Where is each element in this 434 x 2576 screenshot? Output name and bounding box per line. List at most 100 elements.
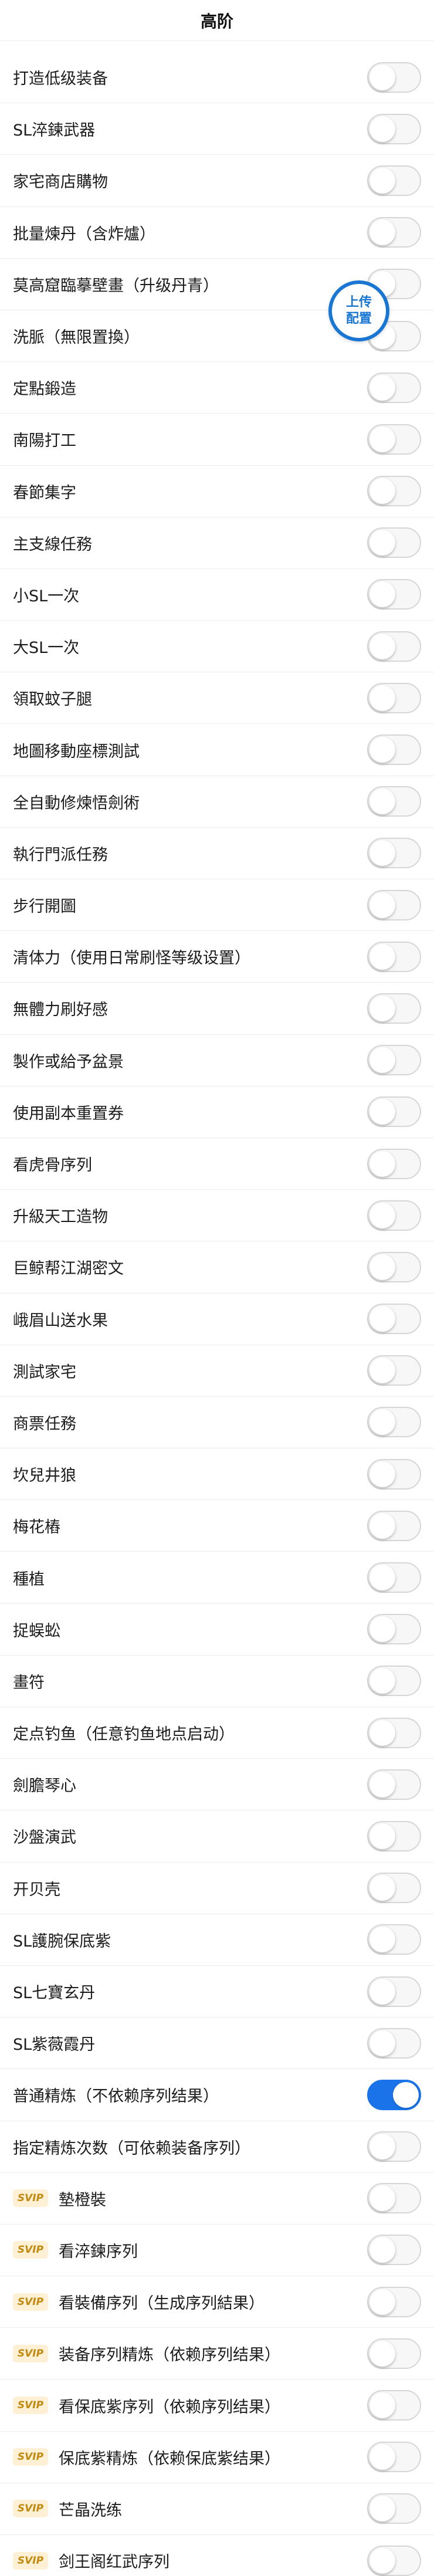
toggle-switch[interactable] (367, 372, 421, 403)
list-item[interactable]: 家宅商店購物 (0, 155, 434, 207)
list-item[interactable]: 測試家宅 (0, 1345, 434, 1397)
toggle-switch[interactable] (367, 527, 421, 558)
list-item[interactable]: 梅花樁 (0, 1500, 434, 1552)
list-item[interactable]: 步行開圖 (0, 879, 434, 932)
list-item[interactable]: 巨鲸帮江湖密文 (0, 1241, 434, 1294)
list-item[interactable]: 製作或給予盆景 (0, 1035, 434, 1086)
list-item[interactable]: 春節集字 (0, 466, 434, 517)
list-item[interactable]: SL淬鍊武器 (0, 103, 434, 155)
toggle-switch[interactable] (367, 2131, 421, 2162)
toggle-switch[interactable] (367, 2493, 421, 2524)
list-item[interactable]: 劍膽琴心 (0, 1759, 434, 1811)
list-item[interactable]: 種植 (0, 1552, 434, 1604)
toggle-knob (369, 2134, 395, 2160)
list-item[interactable]: 开贝壳 (0, 1863, 434, 1914)
toggle-switch[interactable] (367, 1200, 421, 1231)
toggle-switch[interactable] (367, 1924, 421, 1955)
list-item[interactable]: SVIP 剑王阁红武序列 (0, 2535, 434, 2576)
toggle-switch[interactable] (367, 2027, 421, 2059)
toggle-switch[interactable] (367, 476, 421, 507)
list-item[interactable]: 領取蚊子腿 (0, 672, 434, 725)
toggle-switch[interactable] (367, 1976, 421, 2007)
list-item[interactable]: SL七寶玄丹 (0, 1966, 434, 2018)
list-item[interactable]: SL紫薇霞丹 (0, 2018, 434, 2070)
list-item[interactable]: 坎兒井狼 (0, 1448, 434, 1501)
upload-config-button[interactable]: 上传 配置 (328, 280, 389, 341)
toggle-switch[interactable] (367, 889, 421, 920)
toggle-switch[interactable] (367, 1251, 421, 1282)
list-item[interactable]: SVIP 保底紫精炼（依赖保底紫结果） (0, 2432, 434, 2483)
toggle-switch[interactable] (367, 2390, 421, 2421)
toggle-switch[interactable] (367, 838, 421, 869)
toggle-switch[interactable] (367, 579, 421, 610)
toggle-switch[interactable] (367, 1096, 421, 1128)
toggle-switch[interactable] (367, 1666, 421, 1697)
toggle-switch[interactable] (367, 217, 421, 248)
list-item[interactable]: SVIP 看淬鍊序列 (0, 2225, 434, 2277)
list-item[interactable]: 普通精炼（不依赖序列结果） (0, 2069, 434, 2121)
toggle-switch[interactable] (367, 424, 421, 455)
list-item[interactable]: 指定精炼次数（可依赖装备序列） (0, 2121, 434, 2173)
toggle-knob (369, 2496, 395, 2522)
list-item[interactable]: 畫符 (0, 1656, 434, 1707)
toggle-switch[interactable] (367, 165, 421, 196)
toggle-switch[interactable] (367, 2235, 421, 2266)
toggle-switch[interactable] (367, 1820, 421, 1851)
toggle-switch[interactable] (367, 1458, 421, 1490)
list-item[interactable]: 升級天工造物 (0, 1190, 434, 1242)
toggle-switch[interactable] (367, 1148, 421, 1179)
list-item[interactable]: SVIP 装备序列精炼（依赖序列结果） (0, 2328, 434, 2380)
list-item[interactable]: SVIP 看裝備序列（生成序列結果） (0, 2276, 434, 2328)
toggle-switch[interactable] (367, 1769, 421, 1800)
list-item[interactable]: 使用副本重置券 (0, 1086, 434, 1138)
list-item[interactable]: SL護腕保底紫 (0, 1914, 434, 1966)
toggle-switch[interactable] (367, 2079, 421, 2110)
toggle-switch[interactable] (367, 1562, 421, 1593)
list-item[interactable]: SVIP 芒晶洗练 (0, 2483, 434, 2535)
list-item[interactable]: 峨眉山送水果 (0, 1294, 434, 1345)
toggle-knob (369, 2030, 395, 2056)
toggle-switch[interactable] (367, 1355, 421, 1386)
toggle-knob (369, 1099, 395, 1125)
toggle-switch[interactable] (367, 62, 421, 93)
list-item[interactable]: 打造低级装备 (0, 52, 434, 104)
toggle-switch[interactable] (367, 1304, 421, 1335)
list-item[interactable]: 沙盤演武 (0, 1810, 434, 1863)
toggle-switch[interactable] (367, 2545, 421, 2576)
list-item[interactable]: 捉蜈蚣 (0, 1604, 434, 1656)
toggle-switch[interactable] (367, 2338, 421, 2369)
list-item[interactable]: 小SL一次 (0, 569, 434, 621)
toggle-switch[interactable] (367, 631, 421, 662)
list-item[interactable]: SVIP 看保底紫序列（依赖序列结果） (0, 2379, 434, 2432)
list-item[interactable]: 定點鍛造 (0, 362, 434, 414)
toggle-switch[interactable] (367, 113, 421, 144)
list-item[interactable]: 大SL一次 (0, 621, 434, 673)
list-item[interactable]: 南陽打工 (0, 414, 434, 466)
toggle-switch[interactable] (367, 2286, 421, 2317)
list-item[interactable]: 定点钓鱼（任意钓鱼地点启动） (0, 1707, 434, 1759)
toggle-switch[interactable] (367, 2442, 421, 2473)
list-item[interactable]: 主支線任務 (0, 517, 434, 569)
toggle-switch[interactable] (367, 1510, 421, 1541)
toggle-switch[interactable] (367, 1873, 421, 1904)
toggle-switch[interactable] (367, 1407, 421, 1438)
list-item[interactable]: 無體力刷好感 (0, 983, 434, 1035)
list-item[interactable]: 清体力（使用日常刷怪等级设置） (0, 931, 434, 983)
list-item[interactable]: 批量煉丹（含炸爐） (0, 207, 434, 259)
list-item[interactable]: 全自動修煉悟劍術 (0, 776, 434, 828)
list-item[interactable]: SVIP 墊橙裝 (0, 2173, 434, 2225)
toggle-switch[interactable] (367, 941, 421, 972)
toggle-knob (369, 685, 395, 711)
toggle-switch[interactable] (367, 1045, 421, 1076)
toggle-switch[interactable] (367, 2183, 421, 2214)
toggle-switch[interactable] (367, 682, 421, 713)
list-item[interactable]: 看虎骨序列 (0, 1138, 434, 1190)
toggle-switch[interactable] (367, 786, 421, 817)
toggle-switch[interactable] (367, 1614, 421, 1645)
list-item[interactable]: 地圖移動座標測試 (0, 724, 434, 776)
list-item[interactable]: 執行門派任務 (0, 828, 434, 879)
toggle-switch[interactable] (367, 1717, 421, 1748)
toggle-switch[interactable] (367, 734, 421, 766)
toggle-switch[interactable] (367, 993, 421, 1024)
list-item[interactable]: 商票任務 (0, 1397, 434, 1449)
